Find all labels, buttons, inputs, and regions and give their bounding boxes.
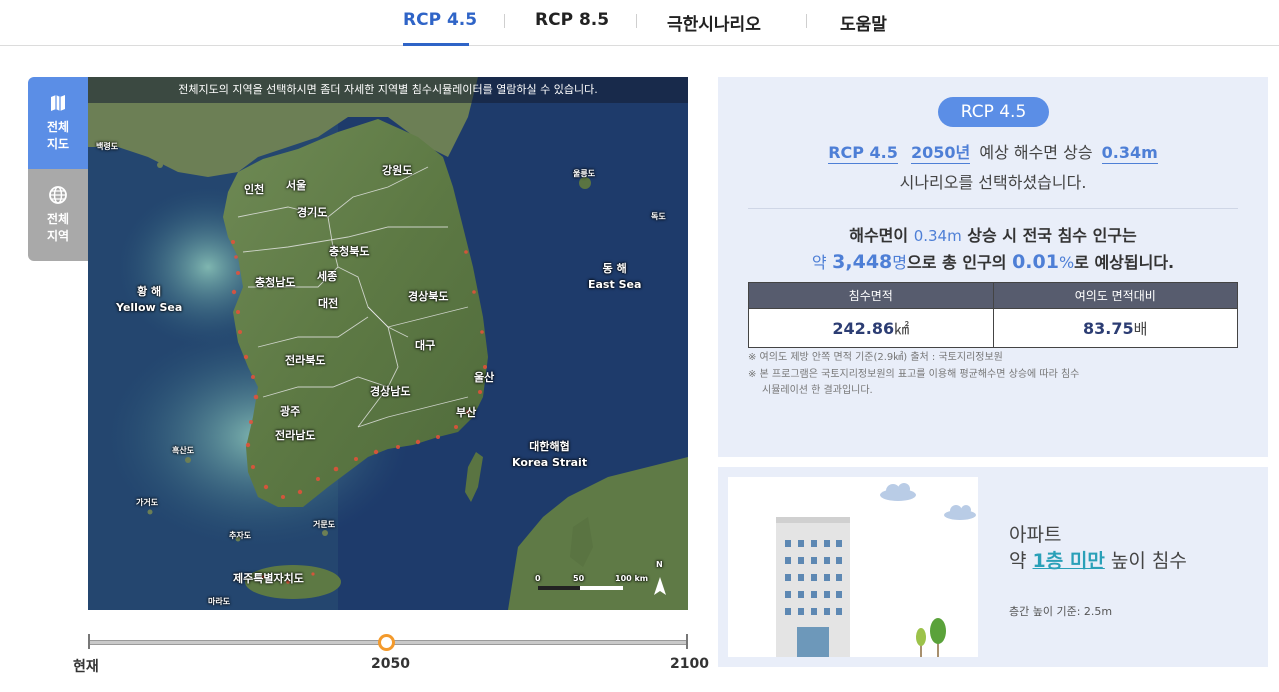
- slider-label-2100[interactable]: 2100: [670, 656, 709, 672]
- map-label-gwangju[interactable]: 광주: [280, 403, 300, 419]
- apartment-building-icon: [776, 483, 976, 657]
- tab-separator: [806, 14, 807, 28]
- tab-help[interactable]: 도움말: [840, 10, 887, 35]
- map-label-jeju[interactable]: 제주특별자치도: [233, 570, 304, 586]
- slider-label-2050[interactable]: 2050: [371, 656, 410, 672]
- map-label-heuksando: 흑산도: [172, 446, 195, 455]
- tab-separator: [504, 14, 505, 28]
- yeouido-ratio-cell: 83.75배: [992, 308, 1238, 348]
- map-label-gyeongsangnam-do[interactable]: 경상남도: [370, 383, 410, 399]
- scenario-value: RCP 4.5: [828, 143, 898, 164]
- satellite-map-image: [88, 77, 688, 610]
- footnote-program-cont: 시뮬레이션 한 결과입니다.: [762, 385, 873, 396]
- map-label-incheon[interactable]: 인천: [244, 181, 264, 197]
- year-value: 2050년: [910, 143, 971, 164]
- map-label-sejong[interactable]: 세종: [317, 268, 337, 284]
- map-icon: [48, 93, 68, 113]
- year-slider-thumb[interactable]: [378, 634, 395, 651]
- footnote-program: ※ 본 프로그램은 국토지리정보원의 표고를 이용해 평균해수면 상승에 따라 …: [748, 369, 1080, 380]
- sidebar-item-label: 지역: [46, 229, 70, 243]
- apartment-illustration: [728, 477, 978, 657]
- building-flood-panel: 아파트 약 1층 미만 높이 침수 층간 높이 기준: 2.5m: [718, 467, 1268, 667]
- map-label-gangwondo[interactable]: 강원도: [382, 162, 412, 178]
- divider: [748, 208, 1238, 209]
- map-notice: 전체지도의 지역을 선택하시면 좀더 자세한 지역별 침수시뮬레이터를 열람하실…: [88, 77, 688, 103]
- sidebar-item-label: 전체: [46, 212, 70, 226]
- flood-floors-value: 1층 미만: [1032, 550, 1105, 572]
- scenario-info-panel: RCP 4.5 RCP 4.5 2050년 예상 해수면 상승 0.34m 시나…: [718, 77, 1268, 457]
- map-label-yellow-sea: 황 해 Yellow Sea: [116, 285, 183, 314]
- active-tab-indicator: [403, 43, 469, 46]
- flooded-population-value: 3,448: [832, 251, 893, 273]
- map-label-baengnyeongdo: 백령도: [96, 142, 119, 151]
- sidebar-item-full-region[interactable]: 전체 지역: [28, 169, 88, 261]
- map-label-jeollanam-do[interactable]: 전라남도: [275, 427, 315, 443]
- top-nav: RCP 4.5 RCP 8.5 극한시나리오 도움말: [0, 0, 1279, 46]
- map-label-ulsan[interactable]: 울산: [474, 369, 494, 385]
- map-label-busan[interactable]: 부산: [456, 404, 476, 420]
- map-label-gageodo: 가거도: [136, 498, 159, 507]
- map-label-seoul[interactable]: 서울: [286, 177, 306, 193]
- map-label-geomundo: 거문도: [313, 520, 336, 529]
- sidebar-item-label: 전체: [46, 120, 70, 134]
- scenario-badge: RCP 4.5: [938, 97, 1049, 127]
- sea-level-rise-value: 0.34m: [1101, 143, 1158, 164]
- scale-tick-100: 100 km: [615, 574, 649, 583]
- flood-population-value-line: 약 3,448명으로 총 인구의 0.01%로 예상됩니다.: [811, 251, 1175, 273]
- flood-area-table: 침수면적 여의도 면적대비 242.86㎢ 83.75배: [748, 282, 1238, 348]
- map-label-east-sea: 동 해 East Sea: [588, 262, 642, 291]
- flood-map[interactable]: 전체지도의 지역을 선택하시면 좀더 자세한 지역별 침수시뮬레이터를 열람하실…: [88, 77, 688, 610]
- flood-height-line: 약 1층 미만 높이 침수: [1009, 550, 1187, 572]
- map-label-chungcheongbuk-do[interactable]: 충청북도: [329, 243, 369, 259]
- slider-end-left: [88, 634, 90, 649]
- map-label-chungcheongnam-do[interactable]: 충청남도: [255, 274, 295, 290]
- map-label-korea-strait: 대한해협 Korea Strait: [512, 440, 588, 469]
- building-type-label: 아파트: [1009, 524, 1062, 546]
- population-ratio-value: 0.01: [1012, 251, 1059, 273]
- slider-label-present[interactable]: 현재: [73, 656, 99, 676]
- map-label-gyeongsangbuk-do[interactable]: 경상북도: [408, 288, 448, 304]
- map-label-daegu[interactable]: 대구: [415, 337, 435, 353]
- globe-icon: [48, 185, 68, 205]
- map-label-daejeon[interactable]: 대전: [318, 295, 338, 311]
- table-header-yeouido-ratio: 여의도 면적대비: [992, 282, 1238, 309]
- map-label-dokdo: 독도: [651, 212, 666, 221]
- map-label-gyeonggido[interactable]: 경기도: [297, 204, 327, 220]
- scenario-selected-text: 시나리오를 선택하셨습니다.: [899, 173, 1087, 192]
- map-label-chujado: 추자도: [229, 531, 252, 540]
- map-label-ulleungdo: 울릉도: [573, 169, 596, 178]
- tab-extreme-scenario[interactable]: 극한시나리오: [667, 10, 761, 35]
- slider-end-right: [686, 634, 688, 649]
- scale-tick-50: 50: [573, 574, 585, 583]
- flood-area-cell: 242.86㎢: [748, 308, 994, 348]
- footnote-yeouido: ※ 여의도 제방 안쪽 면적 기준(2.9㎢) 출처 : 국토지리정보원: [748, 352, 1003, 363]
- north-arrow-icon: N: [656, 560, 663, 569]
- sidebar-item-full-map[interactable]: 전체 지도: [28, 77, 88, 169]
- flood-population-summary: 해수면이 0.34m 상승 시 전국 침수 인구는: [849, 226, 1137, 245]
- scenario-selection-line: RCP 4.5 2050년 예상 해수면 상승 0.34m: [718, 139, 1268, 164]
- tab-separator: [636, 14, 637, 28]
- floor-height-note: 층간 높이 기준: 2.5m: [1009, 605, 1113, 618]
- scenario-middle-text: 예상 해수면 상승: [979, 143, 1093, 162]
- tab-rcp45[interactable]: RCP 4.5: [403, 10, 477, 30]
- map-label-jeollabuk-do[interactable]: 전라북도: [285, 352, 325, 368]
- tab-rcp85[interactable]: RCP 8.5: [535, 10, 609, 30]
- scale-tick-0: 0: [535, 574, 541, 583]
- sidebar-item-label: 지도: [46, 137, 70, 151]
- map-label-marado: 마라도: [208, 597, 231, 606]
- table-header-flood-area: 침수면적: [748, 282, 994, 309]
